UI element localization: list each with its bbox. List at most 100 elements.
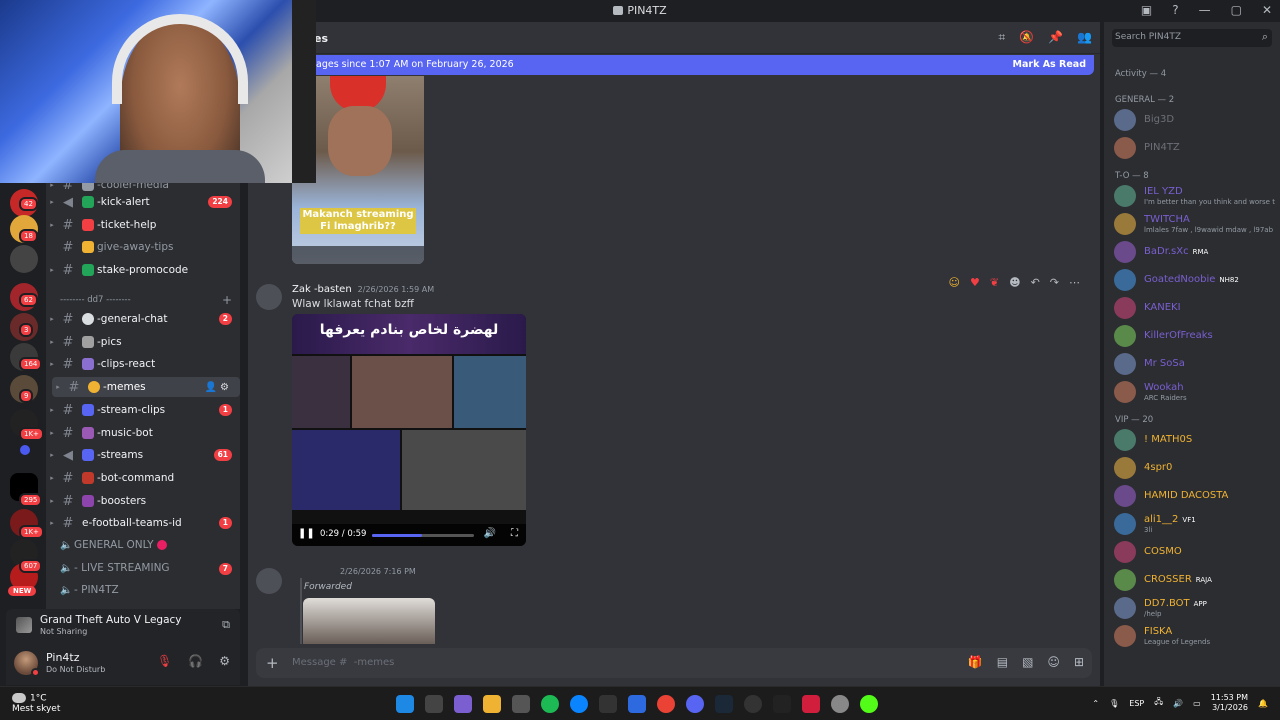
member-item[interactable]: BaDr.sXc RMA xyxy=(1114,239,1274,265)
member-item[interactable]: ali1__2 VF1 3li xyxy=(1114,511,1274,537)
notification-icon[interactable]: 🔔 xyxy=(1258,699,1268,708)
channel-item[interactable]: ▸ # -music-bot xyxy=(46,423,240,443)
member-item[interactable]: CROSSER RAJA xyxy=(1114,567,1274,593)
channel-item[interactable]: ▸ # -bot-command xyxy=(46,468,240,488)
notification-muted-icon[interactable]: 🔕 xyxy=(1019,30,1034,45)
gear-icon[interactable]: ⚙ xyxy=(219,654,230,668)
video-controls[interactable] xyxy=(292,246,424,264)
avatar[interactable] xyxy=(256,284,282,310)
reaction-hearts-icon[interactable]: ❦ xyxy=(990,276,999,289)
message-input[interactable]: Message # -memes xyxy=(292,657,394,668)
chevron-up-icon[interactable]: ⌃ xyxy=(1092,699,1099,708)
help-icon[interactable]: ? xyxy=(1172,3,1178,17)
member-item[interactable]: Mr SoSa xyxy=(1114,351,1274,377)
inbox-icon[interactable]: ▣ xyxy=(1141,3,1152,17)
message-author[interactable]: Zak -basten xyxy=(292,284,352,295)
spotify-icon[interactable] xyxy=(541,695,559,713)
video-progress[interactable] xyxy=(372,534,474,537)
plus-icon[interactable]: + xyxy=(266,654,279,672)
forward-icon[interactable]: ↷ xyxy=(1050,276,1059,289)
channel-item[interactable]: ▸ # -general-chat 2 xyxy=(46,309,240,329)
channel-item[interactable]: ▸ # -boosters xyxy=(46,491,240,511)
member-item[interactable]: TWITCHA lmlales 7faw , l9wawid mdaw , l97… xyxy=(1114,211,1274,237)
discord-avatar[interactable] xyxy=(256,568,282,594)
voice-channel[interactable]: 🔈 - LIVE STREAMING xyxy=(60,562,170,574)
channel-item[interactable]: ▸ # e-football-teams-id 1 xyxy=(46,513,240,533)
voice-channel[interactable]: 🔈 GENERAL ONLY xyxy=(60,539,167,551)
member-item[interactable]: GoatedNoobie NH82 xyxy=(1114,267,1274,293)
discord-icon[interactable] xyxy=(686,695,704,713)
reaction-laugh-icon[interactable]: ☺ xyxy=(949,276,960,289)
app-icon[interactable] xyxy=(802,695,820,713)
add-reaction-icon[interactable]: ☻ xyxy=(1009,276,1020,289)
video-attachment[interactable] xyxy=(303,598,435,644)
headphones-muted-icon[interactable]: 🎧 xyxy=(188,654,203,668)
start-icon[interactable] xyxy=(396,695,414,713)
pause-icon[interactable]: ❚❚ xyxy=(298,528,315,539)
member-item[interactable]: KillerOfFreaks xyxy=(1114,323,1274,349)
gift-icon[interactable]: 🎁 xyxy=(968,655,983,669)
member-item[interactable]: DD7.BOT APP/help xyxy=(1114,595,1274,621)
username[interactable]: Pin4tz xyxy=(46,651,80,664)
app-icon[interactable] xyxy=(454,695,472,713)
microphone-icon[interactable]: 🎙 xyxy=(1109,699,1119,708)
app-icon[interactable] xyxy=(512,695,530,713)
member-item[interactable]: IEL YZD I'm better than you think and wor… xyxy=(1114,183,1275,209)
mark-as-read-button[interactable]: Mark As Read xyxy=(1013,59,1086,70)
app-icon[interactable] xyxy=(744,695,762,713)
emoji-icon[interactable]: ☺ xyxy=(1047,655,1060,669)
message-composer[interactable]: + Message # -memes 🎁 ▤ ▧ ☺ ⊞ xyxy=(256,648,1092,678)
voice-channel[interactable]: 🔈 - PIN4TZ xyxy=(60,584,119,596)
folder-icon[interactable] xyxy=(20,445,30,455)
network-icon[interactable]: 🖧 xyxy=(1154,696,1163,710)
channel-item[interactable]: ▸ ◀ -streams 61 xyxy=(46,445,240,465)
add-channel-icon[interactable]: + xyxy=(222,293,232,307)
activity-panel[interactable]: Grand Theft Auto V Legacy Not Sharing ⧉ xyxy=(6,609,240,641)
close-button[interactable]: ✕ xyxy=(1262,3,1272,17)
video-attachment[interactable]: لهضرة لخاص بنادم يعرفها ❚❚ 0:29 / 0:59 🔊… xyxy=(292,314,526,546)
member-item[interactable]: HAMID DACOSTA xyxy=(1114,483,1274,509)
minimize-button[interactable]: — xyxy=(1199,3,1211,17)
member-item[interactable]: 4spr0 xyxy=(1114,455,1274,481)
edge-icon[interactable] xyxy=(570,695,588,713)
battery-icon[interactable]: ▭ xyxy=(1193,699,1201,708)
channel-item[interactable]: ▸ ◀ -kick-alert 224 xyxy=(46,192,240,212)
file-explorer-icon[interactable] xyxy=(483,695,501,713)
maximize-button[interactable]: ▢ xyxy=(1231,3,1242,17)
gif-icon[interactable]: ▤ xyxy=(997,655,1008,669)
channel-item-active[interactable]: ▸ # -memes 👤⚙ xyxy=(52,377,240,397)
member-item[interactable]: Wookah ARC Raiders xyxy=(1114,379,1274,405)
member-item[interactable]: PIN4TZ xyxy=(1114,135,1274,161)
channel-item[interactable]: ▸ # -pics xyxy=(46,332,240,352)
member-item[interactable]: Big3D xyxy=(1114,107,1274,133)
kick-icon[interactable] xyxy=(860,695,878,713)
activity-header[interactable]: Activity — 4 xyxy=(1115,69,1166,79)
reply-icon[interactable]: ↶ xyxy=(1031,276,1040,289)
app-icon[interactable] xyxy=(599,695,617,713)
server-icon[interactable] xyxy=(10,245,38,273)
steam-icon[interactable] xyxy=(715,695,733,713)
microphone-muted-icon[interactable]: 🎙 xyxy=(157,654,172,668)
search-input[interactable]: Search PIN4TZ ⌕ xyxy=(1112,29,1272,47)
chrome-icon[interactable] xyxy=(657,695,675,713)
member-item[interactable]: KANEKI xyxy=(1114,295,1274,321)
members-icon[interactable]: 👥 xyxy=(1077,30,1092,45)
input-language[interactable]: ESP xyxy=(1129,699,1144,708)
invite-and-settings-icons[interactable]: 👤⚙ xyxy=(205,382,232,393)
fullscreen-icon[interactable]: ⛶ xyxy=(511,528,518,539)
new-servers-pill[interactable]: NEW xyxy=(8,586,37,596)
threads-icon[interactable]: ⌗ xyxy=(998,30,1005,45)
app-icon[interactable] xyxy=(425,695,443,713)
channel-item[interactable]: ▸ # -clips-react xyxy=(46,354,240,374)
clock[interactable]: 11:53 PM 3/1/2026 xyxy=(1211,693,1248,713)
member-item[interactable]: ! MATH0S xyxy=(1114,427,1274,453)
channel-item[interactable]: ▸ # -stream-clips 1 xyxy=(46,400,240,420)
sticker-icon[interactable]: ▧ xyxy=(1022,655,1033,669)
pin-icon[interactable]: 📌 xyxy=(1048,30,1063,45)
volume-icon[interactable]: 🔊 xyxy=(484,528,496,539)
category-header[interactable]: -------- dd7 -------- xyxy=(60,295,131,305)
member-item[interactable]: COSMO xyxy=(1114,539,1274,565)
weather-widget[interactable]: 1°C Mest skyet xyxy=(12,693,60,714)
volume-icon[interactable]: 🔊 xyxy=(1173,699,1183,708)
app-icon[interactable] xyxy=(773,695,791,713)
